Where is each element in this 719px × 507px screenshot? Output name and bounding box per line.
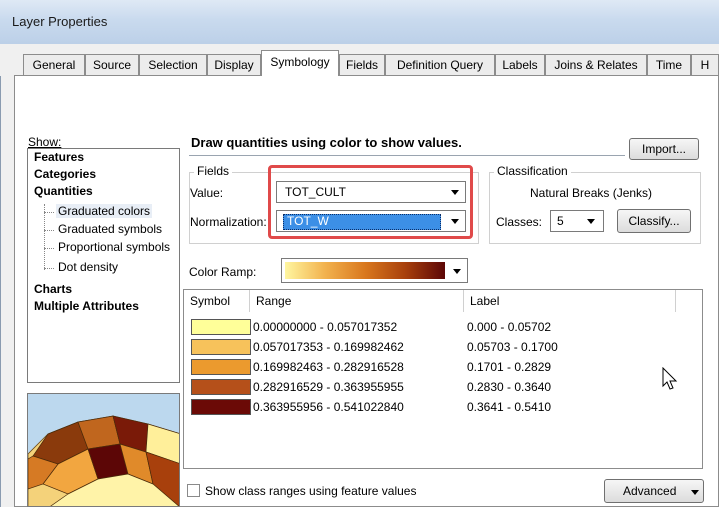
tree-branch bbox=[44, 248, 54, 249]
column-header-range[interactable]: Range bbox=[250, 290, 464, 312]
class-range[interactable]: 0.00000000 - 0.057017352 bbox=[253, 319, 397, 336]
tab-symbology[interactable]: Symbology bbox=[261, 50, 339, 76]
class-rows: 0.00000000 - 0.057017352 0.000 - 0.05702 0… bbox=[191, 319, 691, 419]
preview-map-image bbox=[27, 393, 180, 507]
value-label: Value: bbox=[190, 186, 224, 200]
chevron-down-icon bbox=[691, 490, 699, 495]
class-range[interactable]: 0.282916529 - 0.363955955 bbox=[253, 379, 404, 396]
color-ramp-label: Color Ramp: bbox=[189, 265, 257, 279]
tree-connector bbox=[44, 204, 45, 270]
tab-html-popup[interactable]: H bbox=[691, 54, 719, 75]
fields-group-label: Fields bbox=[194, 164, 233, 178]
column-header-symbol[interactable]: Symbol bbox=[184, 290, 250, 312]
show-class-ranges-checkbox[interactable] bbox=[187, 484, 200, 497]
classes-dropdown[interactable]: 5 bbox=[550, 210, 604, 232]
tab-selection[interactable]: Selection bbox=[139, 54, 207, 75]
tree-branch bbox=[44, 230, 54, 231]
class-range[interactable]: 0.169982463 - 0.282916528 bbox=[253, 359, 404, 376]
show-item-dot-density[interactable]: Dot density bbox=[58, 260, 118, 274]
tab-fields[interactable]: Fields bbox=[339, 54, 385, 75]
classification-method: Natural Breaks (Jenks) bbox=[530, 186, 653, 200]
title-bar[interactable] bbox=[0, 0, 719, 45]
tab-time[interactable]: Time bbox=[647, 54, 691, 75]
show-label: Show: bbox=[28, 135, 62, 149]
class-label[interactable]: 0.3641 - 0.5410 bbox=[467, 399, 551, 416]
class-range[interactable]: 0.057017353 - 0.169982462 bbox=[253, 339, 404, 356]
tree-branch bbox=[44, 212, 54, 213]
classification-group bbox=[489, 172, 701, 244]
class-symbol-swatch[interactable] bbox=[191, 319, 251, 335]
chevron-down-icon bbox=[587, 219, 595, 224]
show-item-categories[interactable]: Categories bbox=[34, 167, 96, 181]
color-ramp-swatch bbox=[285, 262, 445, 279]
class-symbol-swatch[interactable] bbox=[191, 399, 251, 415]
table-row[interactable]: 0.169982463 - 0.282916528 0.1701 - 0.2829 bbox=[191, 359, 691, 376]
tab-definition-query[interactable]: Definition Query bbox=[385, 54, 495, 75]
show-item-quantities[interactable]: Quantities bbox=[34, 184, 93, 198]
chevron-down-icon bbox=[453, 269, 461, 274]
classes-label: Classes: bbox=[496, 215, 543, 229]
fields-highlight-box bbox=[268, 165, 473, 239]
column-header-filler bbox=[676, 290, 702, 312]
advanced-button[interactable]: Advanced bbox=[604, 479, 704, 503]
classification-group-label: Classification bbox=[494, 164, 571, 178]
show-item-graduated-colors[interactable]: Graduated colors bbox=[56, 204, 153, 218]
tab-display[interactable]: Display bbox=[207, 54, 261, 75]
class-label[interactable]: 0.2830 - 0.3640 bbox=[467, 379, 551, 396]
class-symbol-swatch[interactable] bbox=[191, 359, 251, 375]
class-label[interactable]: 0.000 - 0.05702 bbox=[467, 319, 551, 336]
show-item-features[interactable]: Features bbox=[34, 150, 84, 164]
classes-selected: 5 bbox=[557, 214, 564, 228]
show-class-ranges-label: Show class ranges using feature values bbox=[205, 484, 417, 498]
class-label[interactable]: 0.1701 - 0.2829 bbox=[467, 359, 551, 376]
table-row[interactable]: 0.363955956 - 0.541022840 0.3641 - 0.5410 bbox=[191, 399, 691, 416]
tab-source[interactable]: Source bbox=[85, 54, 139, 75]
show-item-graduated-symbols[interactable]: Graduated symbols bbox=[58, 222, 162, 236]
import-button[interactable]: Import... bbox=[629, 138, 699, 160]
table-row[interactable]: 0.057017353 - 0.169982462 0.05703 - 0.170… bbox=[191, 339, 691, 356]
class-symbol-swatch[interactable] bbox=[191, 379, 251, 395]
show-item-charts[interactable]: Charts bbox=[34, 282, 72, 296]
normalization-label: Normalization: bbox=[190, 215, 267, 229]
tab-general[interactable]: General bbox=[23, 54, 85, 75]
table-row[interactable]: 0.00000000 - 0.057017352 0.000 - 0.05702 bbox=[191, 319, 691, 336]
show-item-proportional-symbols[interactable]: Proportional symbols bbox=[58, 240, 170, 254]
mouse-cursor-icon bbox=[662, 366, 678, 394]
table-row[interactable]: 0.282916529 - 0.363955955 0.2830 - 0.3640 bbox=[191, 379, 691, 396]
tab-labels[interactable]: Labels bbox=[495, 54, 545, 75]
show-item-multiple-attributes[interactable]: Multiple Attributes bbox=[34, 299, 139, 313]
window-title: Layer Properties bbox=[12, 14, 108, 29]
renderer-description: Draw quantities using color to show valu… bbox=[189, 132, 625, 156]
column-header-label[interactable]: Label bbox=[464, 290, 676, 312]
tab-joins-relates[interactable]: Joins & Relates bbox=[545, 54, 647, 75]
advanced-label: Advanced bbox=[623, 484, 677, 498]
class-range[interactable]: 0.363955956 - 0.541022840 bbox=[253, 399, 404, 416]
classify-button[interactable]: Classify... bbox=[617, 209, 691, 233]
class-symbol-swatch[interactable] bbox=[191, 339, 251, 355]
class-label[interactable]: 0.05703 - 0.1700 bbox=[467, 339, 558, 356]
color-ramp-dropdown[interactable] bbox=[281, 258, 468, 283]
tree-branch bbox=[44, 268, 54, 269]
